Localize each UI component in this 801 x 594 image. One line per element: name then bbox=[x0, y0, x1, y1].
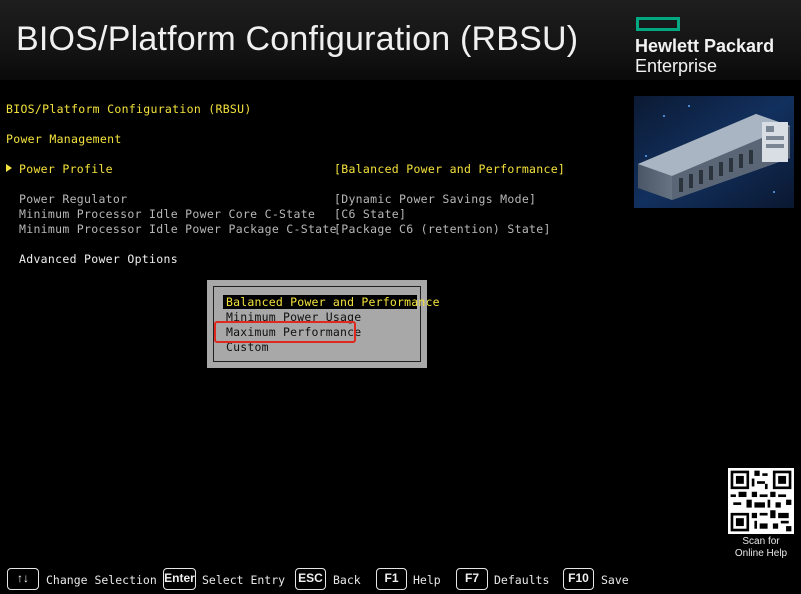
arrow-keys-icon: ↑↓ bbox=[7, 568, 39, 590]
popup-option-balanced[interactable]: Balanced Power and Performance bbox=[223, 295, 440, 309]
hint-defaults: Defaults bbox=[494, 573, 550, 587]
qr-caption-line1: Scan for bbox=[742, 536, 780, 547]
setting-label-package-c-state[interactable]: Minimum Processor Idle Power Package C-S… bbox=[19, 222, 337, 236]
hpe-logo-icon bbox=[636, 17, 680, 31]
hint-back: Back bbox=[333, 573, 361, 587]
setting-value-power-profile[interactable]: [Balanced Power and Performance] bbox=[334, 162, 565, 176]
setting-value-core-c-state[interactable]: [C6 State] bbox=[334, 207, 406, 221]
setting-label-core-c-state[interactable]: Minimum Processor Idle Power Core C-Stat… bbox=[19, 207, 315, 221]
f10-key-icon: F10 bbox=[563, 568, 594, 590]
esc-key-icon: ESC bbox=[295, 568, 326, 590]
header-bar: BIOS/Platform Configuration (RBSU) Hewle… bbox=[0, 0, 801, 80]
server-image bbox=[634, 96, 794, 208]
setting-value-package-c-state[interactable]: [Package C6 (retention) State] bbox=[334, 222, 551, 236]
advanced-power-options-link[interactable]: Advanced Power Options bbox=[19, 252, 178, 266]
hint-save: Save bbox=[601, 573, 629, 587]
qr-caption-line2: Online Help bbox=[734, 548, 788, 559]
highlight-annotation bbox=[214, 321, 356, 343]
f1-key-icon: F1 bbox=[376, 568, 407, 590]
setting-label-power-profile[interactable]: Power Profile bbox=[19, 162, 113, 176]
qr-caption: Scan for Online Help bbox=[722, 536, 800, 560]
page-title: BIOS/Platform Configuration (RBSU) bbox=[16, 20, 579, 58]
breadcrumb: BIOS/Platform Configuration (RBSU) bbox=[6, 102, 252, 116]
enter-key-icon: Enter bbox=[163, 568, 196, 590]
f7-key-icon: F7 bbox=[456, 568, 488, 590]
qr-code-icon bbox=[728, 468, 794, 534]
brand-subtitle: Enterprise bbox=[635, 56, 718, 76]
hint-help: Help bbox=[413, 573, 441, 587]
hint-select-entry: Select Entry bbox=[202, 573, 286, 587]
section-title: Power Management bbox=[6, 132, 122, 146]
selection-arrow-icon bbox=[6, 164, 12, 172]
setting-value-power-regulator[interactable]: [Dynamic Power Savings Mode] bbox=[334, 192, 536, 206]
hint-change-selection: Change Selection bbox=[46, 573, 157, 587]
brand-name: Hewlett Packard bbox=[635, 36, 775, 56]
setting-label-power-regulator[interactable]: Power Regulator bbox=[19, 192, 127, 206]
